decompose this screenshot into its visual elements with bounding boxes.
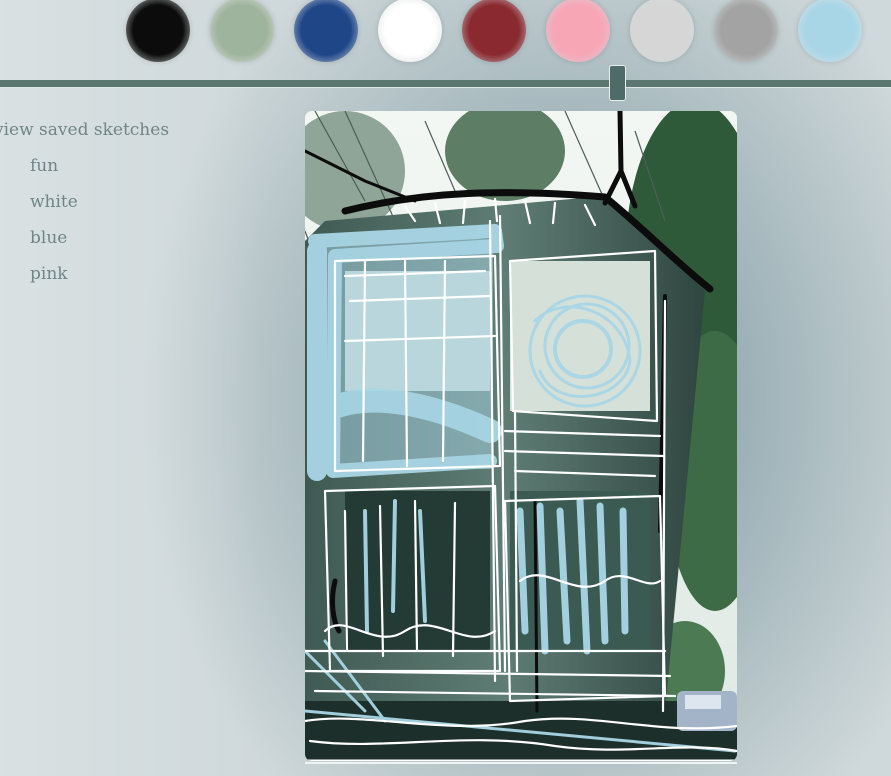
canvas-baseline <box>305 762 737 764</box>
slider-thumb[interactable] <box>609 65 626 101</box>
color-swatch-black[interactable] <box>126 0 190 62</box>
saved-sketch-item[interactable]: blue <box>30 226 169 250</box>
color-swatch-navy[interactable] <box>294 0 358 62</box>
saved-sketches-list: fun white blue pink <box>0 154 169 286</box>
brush-size-slider[interactable] <box>0 65 891 102</box>
color-swatch-gray[interactable] <box>714 0 778 62</box>
slider-track[interactable] <box>0 80 891 88</box>
color-palette <box>0 0 891 62</box>
color-swatch-sage[interactable] <box>210 0 274 62</box>
view-saved-sketches-link[interactable]: view saved sketches <box>0 118 169 142</box>
color-swatch-light-gray[interactable] <box>630 0 694 62</box>
color-swatch-light-blue[interactable] <box>798 0 862 62</box>
color-swatch-white[interactable] <box>378 0 442 62</box>
drawing-canvas[interactable] <box>305 111 737 761</box>
saved-sketches-menu: view saved sketches fun white blue pink <box>0 118 169 286</box>
color-swatch-pink[interactable] <box>546 0 610 62</box>
saved-sketch-item[interactable]: white <box>30 190 169 214</box>
saved-sketch-item[interactable]: pink <box>30 262 169 286</box>
color-swatch-maroon[interactable] <box>462 0 526 62</box>
background-fade <box>0 0 260 776</box>
saved-sketch-item[interactable]: fun <box>30 154 169 178</box>
sketch-artwork <box>305 111 737 761</box>
